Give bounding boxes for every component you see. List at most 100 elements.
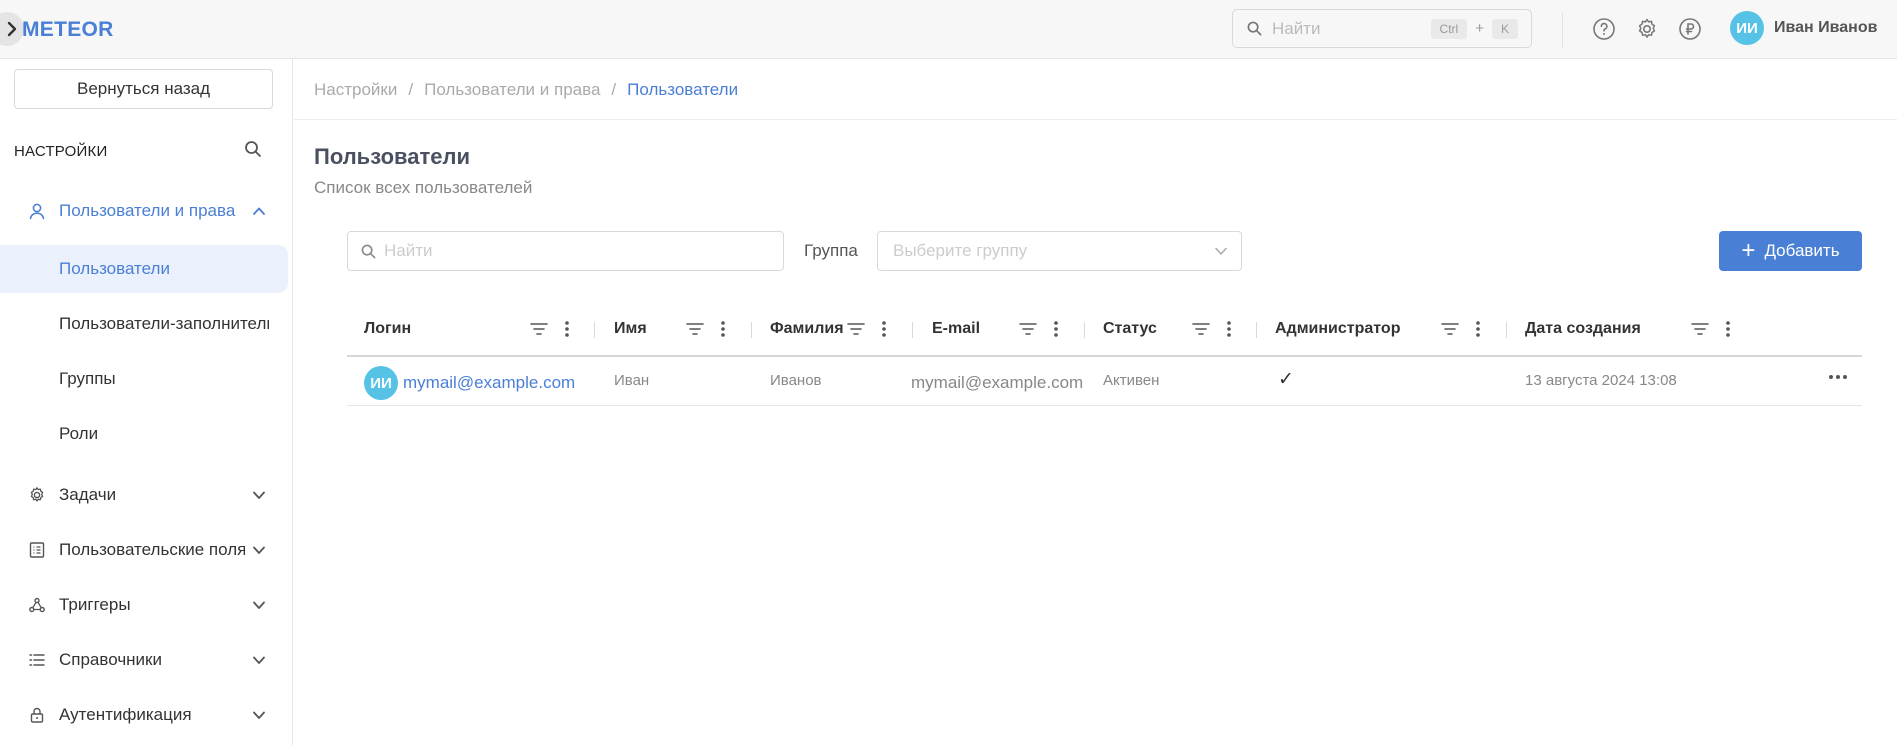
filter-icon[interactable] [686,322,704,336]
plus-icon: + [1741,237,1756,264]
breadcrumb-users: Пользователи [627,80,739,99]
user-menu[interactable]: ИИ Иван Иванов [1730,11,1877,45]
column-separator[interactable] [751,322,752,338]
column-separator[interactable] [1506,322,1507,338]
sidebar-item-tasks[interactable]: Задачи [0,471,288,519]
sidebar-item-placeholder-users[interactable]: Пользователи-заполнители [0,300,288,348]
column-menu-icon[interactable] [881,320,887,338]
filter-icon[interactable] [847,322,865,336]
filter-icon[interactable] [1019,322,1037,336]
column-tools [1192,320,1232,338]
column-menu-icon[interactable] [1475,320,1481,338]
sidebar: Вернуться назад НАСТРОЙКИ Пользователи и… [0,59,293,745]
column-separator[interactable] [594,322,595,338]
filter-icon[interactable] [1691,322,1709,336]
back-button[interactable]: Вернуться назад [14,69,273,109]
group-select-placeholder: Выберите группу [893,241,1028,260]
sidebar-item-label: Триггеры [59,595,131,614]
ruble-icon[interactable] [1678,17,1702,41]
column-separator[interactable] [912,322,913,338]
add-user-button[interactable]: + Добавить [1719,231,1862,271]
top-divider [1562,12,1563,48]
breadcrumb-separator: / [408,80,414,99]
sidebar-header: НАСТРОЙКИ [14,143,108,160]
filter-icon[interactable] [1441,322,1459,336]
search-icon [361,244,376,258]
sidebar-item-label: Роли [59,424,99,443]
filter-icon[interactable] [530,322,548,336]
sidebar-item-roles[interactable]: Роли [0,410,288,458]
sidebar-item-label: Аутентификация [59,705,192,724]
breadcrumb-users-rights[interactable]: Пользователи и права [424,80,600,100]
chevron-down-icon [253,601,265,609]
sidebar-toggle-button[interactable] [0,12,24,46]
help-icon[interactable] [1592,17,1616,41]
shortcut-key-k: K [1491,18,1518,39]
chevron-right-icon [7,21,17,37]
filter-icon[interactable] [1192,322,1210,336]
column-separator[interactable] [1084,322,1085,338]
sidebar-item-users-rights[interactable]: Пользователи и права [0,187,288,235]
column-tools [1019,320,1059,338]
global-search-placeholder: Найти [1272,18,1321,38]
column-menu-icon[interactable] [1226,320,1232,338]
sidebar-item-authentication[interactable]: Аутентификация [0,691,288,739]
top-bar: METEOR Найти Ctrl + K ИИ Иван Иванов [0,0,1897,59]
sidebar-item-dictionaries[interactable]: Справочники [0,636,288,684]
column-menu-icon[interactable] [1725,320,1731,338]
search-icon [1247,21,1262,36]
page-subtitle: Список всех пользователей [314,178,533,197]
sidebar-item-custom-fields[interactable]: Пользовательские поля [0,526,288,574]
column-tools [847,320,887,338]
table-cell-status: Активен [1103,372,1160,389]
table-cell-created: 13 августа 2024 13:08 [1525,372,1677,389]
column-header-email[interactable]: E-mail [932,320,980,342]
column-separator[interactable] [1256,322,1257,338]
column-header-first-name[interactable]: Имя [614,320,647,342]
column-tools [530,320,570,338]
breadcrumb-settings[interactable]: Настройки [314,80,397,100]
column-menu-icon[interactable] [720,320,726,338]
shortcut-key-ctrl: Ctrl [1430,18,1468,39]
sidebar-item-groups[interactable]: Группы [0,355,288,403]
list-box-icon [29,542,45,558]
table-cell-admin-checkmark: ✓ [1278,369,1294,390]
sidebar-item-label: Пользователи [59,259,170,278]
avatar: ИИ [364,366,398,400]
chevron-down-icon [253,491,265,499]
global-search[interactable]: Найти Ctrl + K [1232,9,1532,48]
table-row-divider [347,405,1862,406]
users-search-input[interactable]: Найти [347,231,784,271]
search-icon[interactable] [244,140,262,158]
sidebar-item-triggers[interactable]: Триггеры [0,581,288,629]
chevron-down-icon [253,656,265,664]
breadcrumb-separator: / [611,80,617,99]
row-more-icon[interactable] [1828,373,1848,381]
breadcrumb: Настройки / Пользователи и права / Польз… [314,80,738,100]
shortcut-plus: + [1475,20,1484,37]
table-cell-first-name: Иван [614,372,650,389]
column-header-admin[interactable]: Администратор [1275,320,1400,342]
page-title: Пользователи [314,144,471,169]
sidebar-item-users[interactable]: Пользователи [0,245,288,293]
column-header-status[interactable]: Статус [1103,320,1157,342]
table-header-divider [347,355,1862,357]
sidebar-item-label: Справочники [59,650,162,669]
group-select[interactable]: Выберите группу [877,231,1242,271]
table-cell-email: mymail@example.com [911,373,1084,392]
add-user-label: Добавить [1764,241,1840,260]
column-menu-icon[interactable] [564,320,570,338]
gear-icon[interactable] [1635,17,1659,41]
sidebar-item-label: Пользователи-заполнители [59,314,269,333]
table-cell-last-name: Иванов [770,372,822,389]
column-header-last-name[interactable]: Фамилия [770,320,844,342]
column-header-login[interactable]: Логин [364,320,411,342]
app-logo[interactable]: METEOR [22,18,114,42]
column-header-created[interactable]: Дата создания [1525,320,1641,342]
user-name: Иван Иванов [1774,19,1878,36]
column-menu-icon[interactable] [1053,320,1059,338]
column-tools [1691,320,1731,338]
lock-icon [30,707,44,723]
list-icon [29,654,45,666]
user-login-link[interactable]: mymail@example.com [403,373,575,393]
